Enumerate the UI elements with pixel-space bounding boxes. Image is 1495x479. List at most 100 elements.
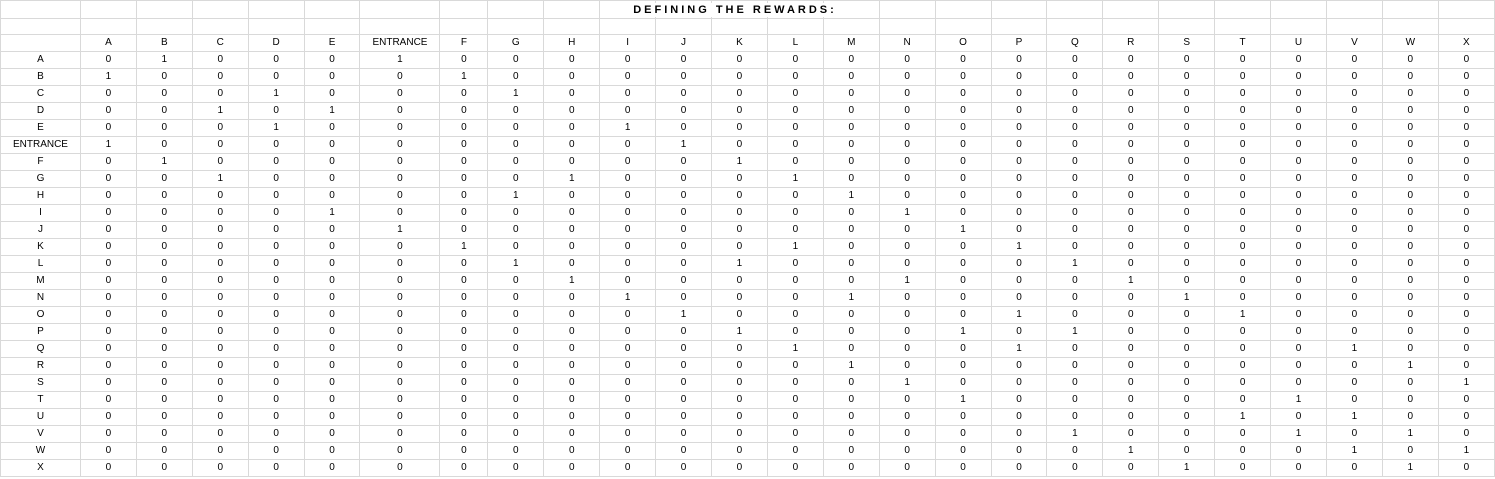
reward-cell[interactable]: 1	[439, 68, 489, 86]
reward-cell[interactable]: 1	[543, 170, 601, 188]
reward-cell[interactable]: 0	[1102, 68, 1160, 86]
reward-cell[interactable]: 0	[191, 408, 249, 426]
reward-cell[interactable]: 0	[1325, 425, 1383, 443]
reward-cell[interactable]: 0	[359, 153, 441, 171]
reward-cell[interactable]: 0	[599, 357, 657, 375]
reward-cell[interactable]: 0	[655, 255, 712, 273]
reward-cell[interactable]: 0	[822, 153, 880, 171]
reward-cell[interactable]: 1	[1381, 425, 1439, 443]
reward-cell[interactable]: 0	[303, 153, 361, 171]
reward-cell[interactable]: 0	[543, 306, 601, 324]
reward-cell[interactable]: 0	[135, 170, 193, 188]
reward-cell[interactable]: 1	[766, 340, 824, 358]
reward-cell[interactable]: 0	[934, 153, 992, 171]
reward-cell[interactable]: 0	[599, 51, 657, 69]
row-label-cell[interactable]: M	[0, 272, 81, 290]
reward-cell[interactable]: 0	[191, 187, 249, 205]
row-label-cell[interactable]: T	[0, 391, 81, 409]
reward-cell[interactable]: 0	[1270, 255, 1327, 273]
reward-cell[interactable]: 0	[303, 408, 361, 426]
reward-cell[interactable]: 0	[990, 221, 1048, 239]
row-label-cell[interactable]: N	[0, 289, 81, 307]
column-header-cell[interactable]: W	[1381, 34, 1439, 52]
reward-cell[interactable]: 0	[303, 425, 361, 443]
row-label-cell[interactable]: ENTRANCE	[0, 136, 81, 154]
reward-cell[interactable]: 0	[359, 425, 441, 443]
empty-cell[interactable]	[934, 18, 992, 35]
reward-cell[interactable]: 0	[1437, 425, 1495, 443]
reward-cell[interactable]: 0	[359, 272, 441, 290]
reward-cell[interactable]: 0	[655, 170, 712, 188]
reward-cell[interactable]: 0	[439, 323, 489, 341]
reward-cell[interactable]: 0	[79, 221, 137, 239]
column-header-cell[interactable]: S	[1158, 34, 1216, 52]
reward-cell[interactable]: 0	[79, 51, 137, 69]
reward-cell[interactable]: 0	[247, 442, 305, 460]
row-label-cell[interactable]: Q	[0, 340, 81, 358]
reward-cell[interactable]: 0	[439, 255, 489, 273]
reward-cell[interactable]: 0	[543, 204, 601, 222]
reward-cell[interactable]: 0	[934, 459, 992, 477]
row-label-cell[interactable]: V	[0, 425, 81, 443]
reward-cell[interactable]: 1	[487, 85, 545, 103]
reward-cell[interactable]: 0	[934, 85, 992, 103]
reward-cell[interactable]: 0	[1214, 153, 1272, 171]
reward-cell[interactable]: 0	[766, 408, 824, 426]
reward-cell[interactable]: 0	[487, 238, 545, 256]
column-header-cell[interactable]: D	[247, 34, 305, 52]
reward-cell[interactable]: 0	[191, 51, 249, 69]
reward-cell[interactable]: 0	[1158, 170, 1216, 188]
reward-cell[interactable]: 0	[135, 340, 193, 358]
reward-cell[interactable]: 0	[1046, 459, 1104, 477]
reward-cell[interactable]: 0	[1381, 136, 1439, 154]
reward-cell[interactable]: 1	[135, 51, 193, 69]
reward-cell[interactable]: 0	[1325, 323, 1383, 341]
reward-cell[interactable]: 0	[599, 68, 657, 86]
reward-cell[interactable]: 0	[191, 68, 249, 86]
reward-cell[interactable]: 0	[878, 340, 936, 358]
reward-cell[interactable]: 1	[710, 153, 768, 171]
reward-cell[interactable]: 0	[135, 238, 193, 256]
empty-cell[interactable]	[1214, 0, 1272, 19]
reward-cell[interactable]: 1	[1325, 408, 1383, 426]
reward-cell[interactable]: 0	[1102, 221, 1160, 239]
reward-cell[interactable]: 0	[990, 51, 1048, 69]
empty-cell[interactable]	[247, 18, 305, 35]
reward-cell[interactable]: 0	[487, 374, 545, 392]
reward-cell[interactable]: 0	[990, 289, 1048, 307]
reward-cell[interactable]: 0	[439, 221, 489, 239]
reward-cell[interactable]: 0	[1102, 85, 1160, 103]
reward-cell[interactable]: 0	[655, 323, 712, 341]
reward-cell[interactable]: 0	[766, 51, 824, 69]
reward-cell[interactable]: 0	[1046, 374, 1104, 392]
reward-cell[interactable]: 0	[359, 68, 441, 86]
reward-cell[interactable]: 0	[1102, 255, 1160, 273]
reward-cell[interactable]: 0	[710, 374, 768, 392]
reward-cell[interactable]: 0	[135, 374, 193, 392]
reward-cell[interactable]: 0	[878, 221, 936, 239]
reward-cell[interactable]: 0	[655, 408, 712, 426]
reward-cell[interactable]: 0	[303, 187, 361, 205]
reward-cell[interactable]: 0	[79, 425, 137, 443]
reward-cell[interactable]: 0	[191, 255, 249, 273]
empty-cell[interactable]	[1270, 0, 1327, 19]
reward-cell[interactable]: 0	[1046, 306, 1104, 324]
reward-cell[interactable]: 0	[1381, 442, 1439, 460]
reward-cell[interactable]: 0	[247, 153, 305, 171]
column-header-cell[interactable]: ENTRANCE	[359, 34, 441, 52]
reward-cell[interactable]: 0	[599, 272, 657, 290]
row-label-cell[interactable]: R	[0, 357, 81, 375]
reward-cell[interactable]: 0	[1270, 153, 1327, 171]
reward-cell[interactable]: 1	[543, 272, 601, 290]
reward-cell[interactable]: 0	[655, 68, 712, 86]
reward-cell[interactable]: 0	[934, 119, 992, 137]
reward-cell[interactable]: 0	[487, 102, 545, 120]
reward-cell[interactable]: 0	[79, 272, 137, 290]
reward-cell[interactable]: 0	[878, 68, 936, 86]
reward-cell[interactable]: 0	[487, 442, 545, 460]
reward-cell[interactable]: 1	[822, 187, 880, 205]
reward-cell[interactable]: 0	[710, 102, 768, 120]
reward-cell[interactable]: 0	[1381, 323, 1439, 341]
reward-cell[interactable]: 0	[487, 119, 545, 137]
reward-cell[interactable]: 1	[934, 221, 992, 239]
